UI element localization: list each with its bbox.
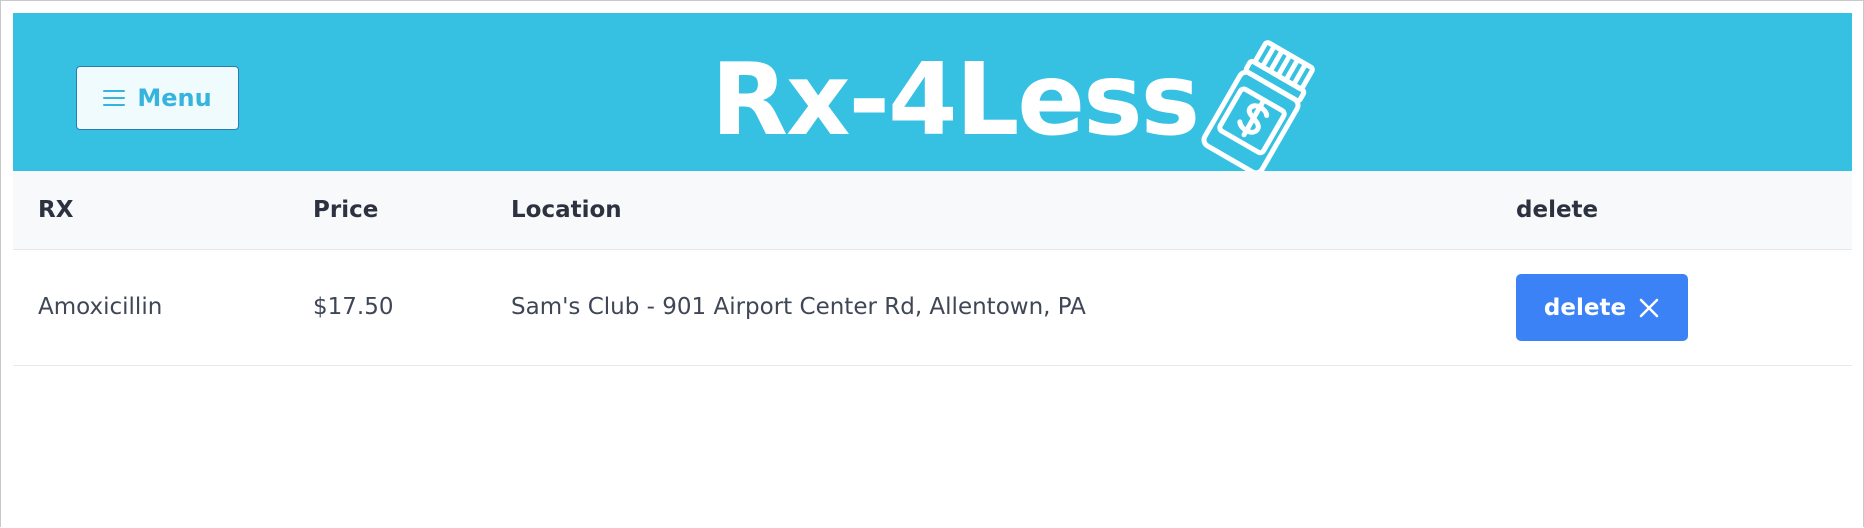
delete-button[interactable]: delete [1516,274,1688,341]
delete-button-label: delete [1543,294,1627,321]
app-window: Menu Rx-4Less RX Price Location delete A… [0,0,1864,527]
menu-button-label: Menu [137,84,212,112]
brand-title: Rx-4Less [711,41,1200,158]
app-header: Menu Rx-4Less [13,13,1852,176]
close-icon [1639,298,1659,317]
table-header-row: RX Price Location delete [13,171,1852,250]
cell-price: $17.50 [313,294,394,320]
menu-button[interactable]: Menu [76,66,239,130]
column-header-rx: RX [38,197,74,223]
pill-bottle-dollar-icon [1201,40,1315,176]
cell-rx: Amoxicillin [38,294,163,320]
column-header-delete: delete [1516,197,1599,223]
brand: Rx-4Less [711,35,1200,165]
cell-location: Sam's Club - 901 Airport Center Rd, Alle… [511,294,1086,320]
column-header-location: Location [511,197,622,223]
hamburger-icon [103,90,126,106]
table-row: Amoxicillin $17.50 Sam's Club - 901 Airp… [13,250,1852,366]
column-header-price: Price [313,197,379,223]
